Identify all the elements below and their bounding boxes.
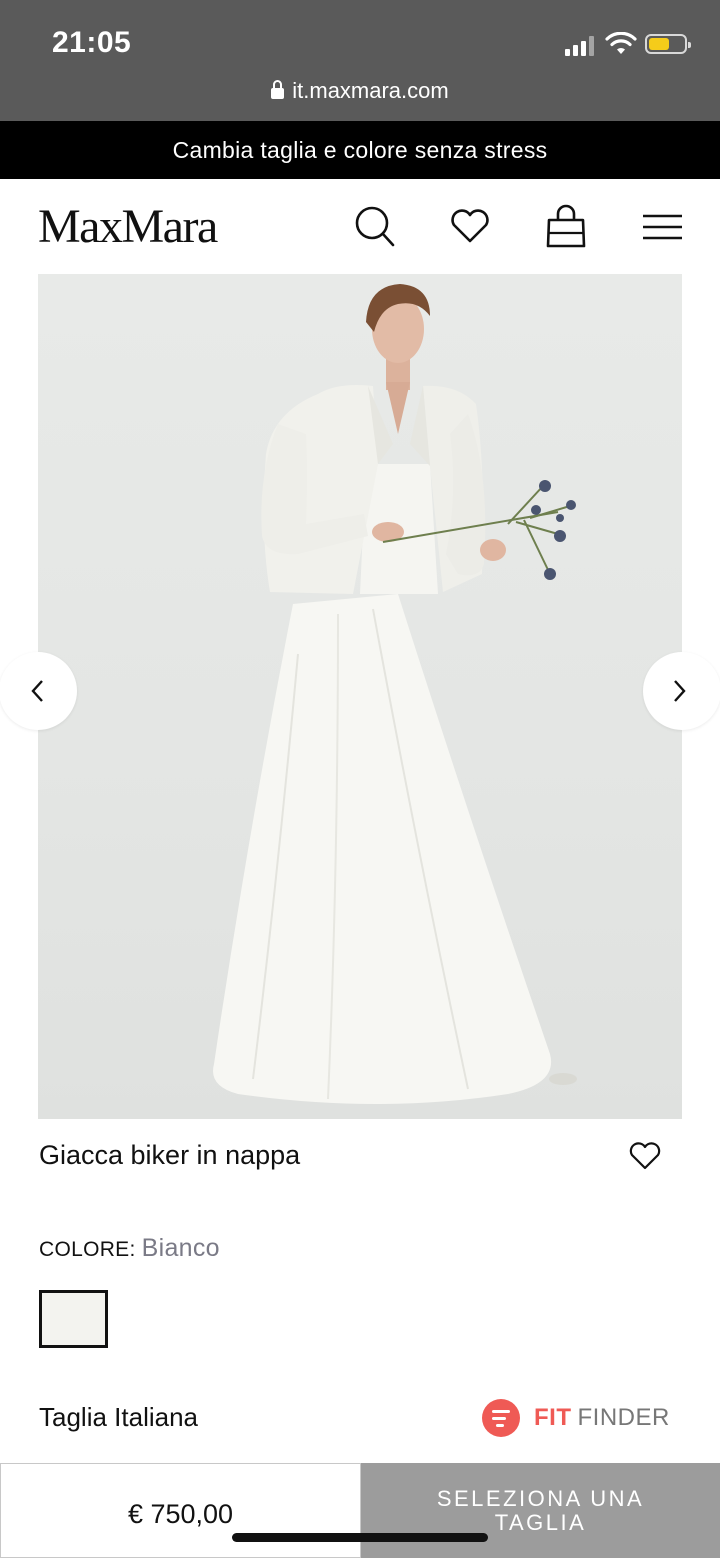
- price: € 750,00: [0, 1463, 361, 1558]
- url-text: it.maxmara.com: [292, 78, 449, 103]
- battery-icon: [645, 34, 691, 54]
- select-size-button[interactable]: SELEZIONA UNA TAGLIA: [361, 1463, 720, 1558]
- size-label: Taglia Italiana: [39, 1402, 198, 1432]
- product-title: Giacca biker in nappa: [39, 1140, 301, 1170]
- bottom-purchase-bar: € 750,00 SELEZIONA UNA TAGLIA: [0, 1463, 720, 1558]
- cellular-signal-icon: [565, 36, 595, 56]
- site-header: MaxMara: [0, 179, 720, 274]
- search-icon[interactable]: [351, 203, 397, 249]
- fit-finder-text-finder: FINDER: [577, 1404, 670, 1431]
- menu-icon[interactable]: [640, 203, 686, 249]
- status-time: 21:05: [52, 26, 132, 59]
- add-to-wishlist-heart-icon[interactable]: [628, 1141, 662, 1171]
- brand-logo[interactable]: MaxMara: [38, 199, 218, 254]
- chevron-left-icon: [31, 680, 43, 702]
- color-swatch-bianco[interactable]: [39, 1290, 108, 1348]
- model-illustration: [213, 284, 577, 1104]
- wifi-icon: [605, 32, 637, 54]
- color-row: COLORE: Bianco: [39, 1234, 220, 1263]
- gallery-next-button[interactable]: [643, 652, 720, 730]
- color-label: COLORE:: [39, 1238, 136, 1261]
- select-size-label-line2: TAGLIA: [494, 1510, 587, 1535]
- address-bar[interactable]: it.maxmara.com: [0, 78, 720, 104]
- fit-finder-link[interactable]: FIT FINDER: [482, 1398, 670, 1438]
- status-bar: 21:05 it.maxmara.com: [0, 0, 720, 121]
- chevron-right-icon: [674, 680, 686, 702]
- select-size-label-line1: SELEZIONA UNA: [436, 1486, 645, 1511]
- color-value: Bianco: [141, 1234, 220, 1262]
- lock-icon: [271, 80, 285, 99]
- heart-icon[interactable]: [447, 203, 493, 249]
- bag-icon[interactable]: [543, 203, 589, 249]
- fit-finder-text-fit: FIT: [534, 1404, 572, 1431]
- promo-banner[interactable]: Cambia taglia e colore senza stress: [0, 121, 720, 179]
- product-image[interactable]: [38, 274, 682, 1119]
- promo-text: Cambia taglia e colore senza stress: [172, 137, 548, 163]
- fit-finder-logo-icon: [482, 1399, 520, 1437]
- gallery-prev-button[interactable]: [0, 652, 77, 730]
- home-indicator[interactable]: [232, 1533, 488, 1542]
